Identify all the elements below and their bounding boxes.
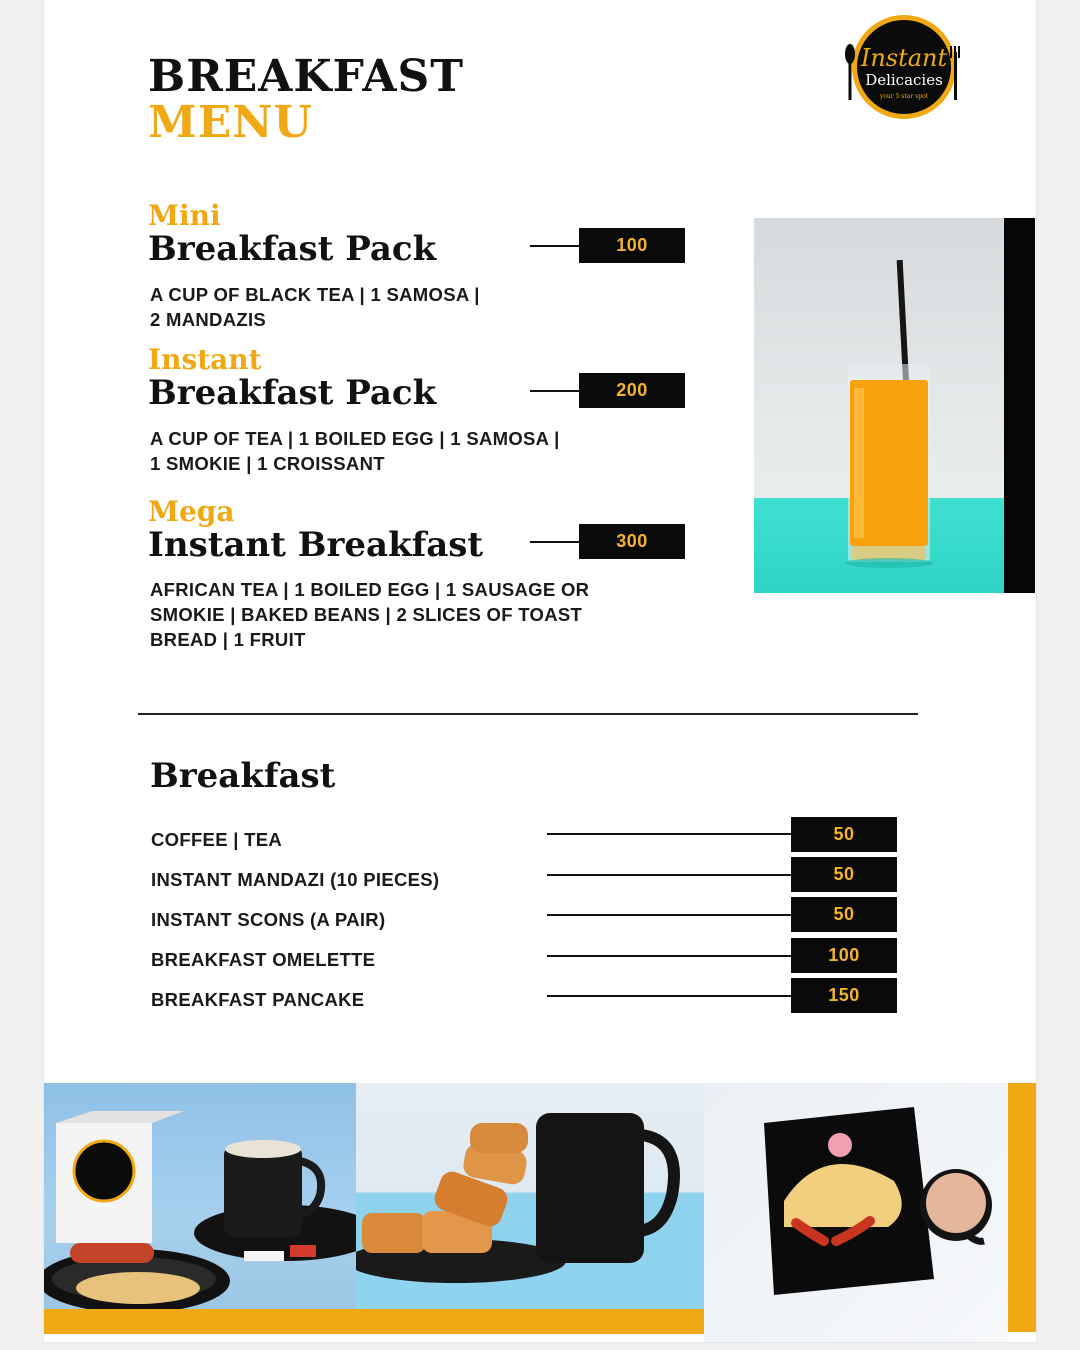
pack-price-badge: 300 — [579, 524, 685, 559]
orange-juice-photo — [754, 218, 1004, 593]
pack-price-badge: 200 — [579, 373, 685, 408]
omelette-plate-photo — [704, 1083, 1008, 1342]
pack-description: A CUP OF TEA | 1 BOILED EGG | 1 SAMOSA |… — [150, 426, 620, 476]
breakfast-item-price: 50 — [791, 857, 897, 892]
photo-gallery — [44, 1083, 1036, 1342]
pack-desc-line: 1 SMOKIE | 1 CROISSANT — [150, 453, 385, 474]
price-leader-line — [547, 914, 792, 916]
logo-script-text: Instant — [860, 44, 948, 72]
breakfast-item-price: 150 — [791, 978, 897, 1013]
instant-delicacies-logo: Instant Delicacies your 5 star spot — [838, 12, 968, 122]
pack-price-badge: 100 — [579, 228, 685, 263]
breakfast-item-label: COFFEE | TEA — [151, 829, 283, 850]
menu-title-line1: BREAKFAST — [148, 51, 464, 102]
pack-description: A CUP OF BLACK TEA | 1 SAMOSA | 2 MANDAZ… — [150, 282, 620, 332]
pack-description: AFRICAN TEA | 1 BOILED EGG | 1 SAUSAGE O… — [150, 577, 620, 652]
logo-brand-text: Delicacies — [865, 71, 943, 89]
price-leader-line — [547, 833, 792, 835]
pack-prefix: Instant — [148, 343, 262, 376]
breakfast-item-label: BREAKFAST PANCAKE — [151, 989, 365, 1010]
pack-desc-line: A CUP OF BLACK TEA | 1 SAMOSA | — [150, 284, 480, 305]
black-accent-bar — [1004, 218, 1035, 593]
price-leader-line — [547, 995, 792, 997]
pack-desc-line: SMOKIE | BAKED BEANS | 2 SLICES OF TOAST — [150, 604, 583, 625]
pack-desc-line: BREAD | 1 FRUIT — [150, 629, 306, 650]
scones-photo — [356, 1083, 704, 1309]
breakfast-item-label: INSTANT SCONS (A PAIR) — [151, 909, 386, 930]
price-leader-line — [547, 955, 792, 957]
juice-glass-icon — [845, 259, 933, 568]
breakfast-item-label: BREAKFAST OMELETTE — [151, 949, 376, 970]
pack-desc-line: A CUP OF TEA | 1 BOILED EGG | 1 SAMOSA | — [150, 428, 560, 449]
gold-accent-strip-bottom — [44, 1309, 704, 1334]
price-leader-line — [530, 541, 580, 543]
breakfast-item-label: INSTANT MANDAZI (10 PIECES) — [151, 869, 440, 890]
menu-page: BREAKFAST MENU Instant Delicacies your 5… — [44, 0, 1036, 1342]
breakfast-item-price: 50 — [791, 897, 897, 932]
menu-title-line2: MENU — [148, 97, 313, 148]
gold-accent-strip-right — [1008, 1083, 1036, 1332]
pack-prefix: Mini — [148, 199, 221, 232]
tea-set-photo — [44, 1083, 356, 1309]
breakfast-item-price: 100 — [791, 938, 897, 973]
breakfast-item-price: 50 — [791, 817, 897, 852]
price-leader-line — [547, 874, 792, 876]
price-leader-line — [530, 390, 580, 392]
section-divider — [138, 713, 918, 715]
pack-desc-line: AFRICAN TEA | 1 BOILED EGG | 1 SAUSAGE O… — [150, 579, 590, 600]
pack-desc-line: 2 MANDAZIS — [150, 309, 267, 330]
price-leader-line — [530, 245, 580, 247]
pack-prefix: Mega — [148, 495, 235, 528]
breakfast-section-title: Breakfast — [150, 756, 336, 796]
logo-tagline: your 5 star spot — [879, 93, 929, 100]
